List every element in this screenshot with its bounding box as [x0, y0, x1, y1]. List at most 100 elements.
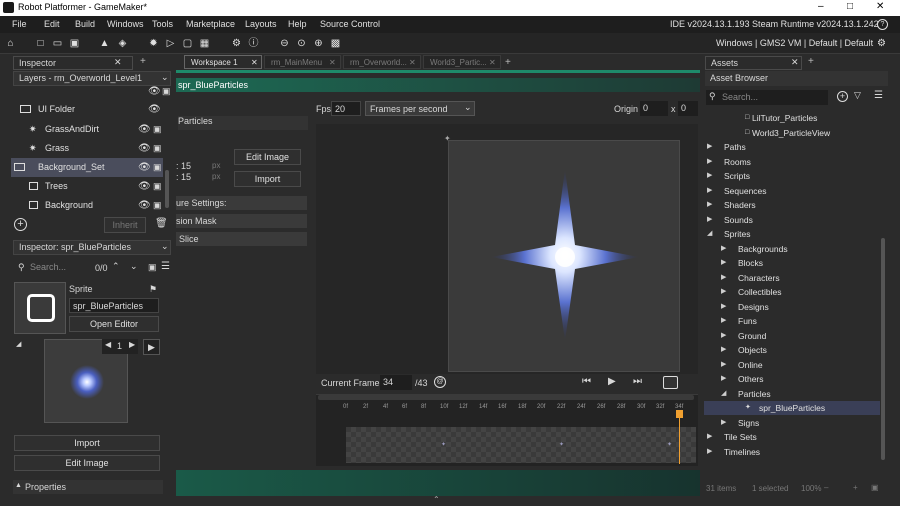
- collapsed-arrow-icon[interactable]: ▶: [707, 213, 712, 227]
- origin-y-input[interactable]: 0: [678, 101, 698, 116]
- help-toolbar-icon[interactable]: ⓘ: [247, 37, 260, 50]
- add-tab-icon[interactable]: +: [808, 56, 814, 67]
- eye-icon[interactable]: 👁: [148, 104, 161, 115]
- zoom-out-icon[interactable]: ⊖: [278, 37, 291, 50]
- menu-build[interactable]: Build: [75, 19, 95, 29]
- frames-strip[interactable]: [346, 427, 696, 463]
- origin-x-input[interactable]: 0: [640, 101, 668, 116]
- collapsed-arrow-icon[interactable]: ▶: [721, 416, 726, 430]
- asset-tree-item[interactable]: ▶ Timelines: [704, 445, 880, 459]
- asset-tree-item[interactable]: ▶ Sounds: [704, 213, 880, 227]
- collapsed-arrow-icon[interactable]: ▶: [707, 169, 712, 183]
- asset-tree-item[interactable]: ▶ Funs: [704, 314, 880, 328]
- properties-header[interactable]: ▲ Properties: [13, 480, 163, 494]
- asset-tree-item[interactable]: ▶ Collectibles: [704, 285, 880, 299]
- fps-input[interactable]: 20: [331, 101, 361, 116]
- collapsed-arrow-icon[interactable]: ▶: [707, 198, 712, 212]
- asset-tree-item[interactable]: ✦ spr_BlueParticles: [704, 401, 880, 415]
- fit-icon[interactable]: ▩: [329, 37, 342, 50]
- edit-image-button-2[interactable]: Edit Image: [234, 149, 301, 165]
- maximize-button[interactable]: □: [847, 1, 853, 12]
- collapsed-arrow-icon[interactable]: ▶: [721, 329, 726, 343]
- lock-icon[interactable]: ▣: [153, 124, 162, 135]
- asset-search-field[interactable]: ⚲ Search...: [706, 90, 828, 105]
- inspector-search-input[interactable]: Search...: [30, 262, 66, 272]
- collapsed-arrow-icon[interactable]: ▶: [707, 140, 712, 154]
- save-icon[interactable]: ▣: [68, 37, 81, 50]
- close-tab-icon[interactable]: ✕: [329, 56, 336, 70]
- asset-tree-item[interactable]: ▶ Designs: [704, 300, 880, 314]
- help-icon[interactable]: ?: [877, 19, 888, 30]
- timeline-scroll[interactable]: [318, 395, 694, 400]
- loop-icon[interactable]: @: [434, 376, 446, 388]
- menu-source-control[interactable]: Source Control: [320, 19, 380, 29]
- frame-stepper[interactable]: ◀ 1 ▶: [102, 339, 138, 354]
- menu-edit[interactable]: Edit: [44, 19, 60, 29]
- workspace-tab-4[interactable]: World3_Partic... ✕: [423, 55, 501, 69]
- edit-image-button[interactable]: Edit Image: [14, 455, 160, 471]
- close-tab-icon[interactable]: ✕: [489, 56, 496, 70]
- asset-tree-item[interactable]: ▶ Shaders: [704, 198, 880, 212]
- delete-icon[interactable]: 🗑: [155, 218, 168, 229]
- expanded-arrow-icon[interactable]: ◢: [721, 387, 726, 401]
- run-icon[interactable]: ▷: [164, 37, 177, 50]
- chevron-down-icon[interactable]: ⌄: [130, 261, 138, 272]
- collapsed-arrow-icon[interactable]: ▶: [707, 445, 712, 459]
- collapsed-arrow-icon[interactable]: ▶: [721, 285, 726, 299]
- collapsed-arrow-icon[interactable]: ▶: [721, 314, 726, 328]
- asset-tree-item[interactable]: ◢ Sprites: [704, 227, 880, 241]
- close-tab-icon[interactable]: ✕: [791, 57, 799, 68]
- eye-icon[interactable]: 👁: [138, 200, 151, 211]
- asset-tree-item[interactable]: ▶ Signs: [704, 416, 880, 430]
- eye-icon[interactable]: 👁: [138, 143, 151, 154]
- collapsed-arrow-icon[interactable]: ▶: [721, 242, 726, 256]
- import-button-2[interactable]: Import: [234, 171, 301, 187]
- target-selector[interactable]: Windows | GMS2 VM | Default | Default: [716, 38, 873, 48]
- menu-file[interactable]: File: [12, 19, 27, 29]
- home-icon[interactable]: ⌂: [4, 37, 17, 50]
- menu-layouts[interactable]: Layouts: [245, 19, 277, 29]
- collapsed-arrow-icon[interactable]: ▶: [707, 430, 712, 444]
- layers-header[interactable]: Layers - rm_Overworld_Level1 ⌄: [13, 71, 171, 86]
- texture-settings-section[interactable]: ure Settings:: [176, 196, 307, 210]
- workspace-tab-2[interactable]: rm_MainMenu ✕: [264, 55, 341, 69]
- package-icon[interactable]: ▲: [98, 37, 111, 50]
- asset-tree-item[interactable]: □ LilTutor_Particles: [704, 111, 880, 125]
- play-icon[interactable]: ▶: [608, 376, 616, 387]
- workspace-tab-3[interactable]: rm_Overworld... ✕: [343, 55, 421, 69]
- collapsed-arrow-icon[interactable]: ▶: [721, 300, 726, 314]
- asset-tree-item[interactable]: ▶ Online: [704, 358, 880, 372]
- inspector2-header[interactable]: Inspector: spr_BlueParticles ⌄: [13, 240, 171, 255]
- open-editor-button[interactable]: Open Editor: [69, 316, 159, 332]
- add-asset-icon[interactable]: +: [837, 91, 848, 102]
- asset-tree-item[interactable]: ▶ Ground: [704, 329, 880, 343]
- menu-icon[interactable]: ☰: [874, 90, 883, 101]
- add-layer-icon[interactable]: +: [14, 218, 27, 231]
- collapsed-arrow-icon[interactable]: ▶: [721, 372, 726, 386]
- debug-icon[interactable]: ✹: [147, 37, 160, 50]
- collapsed-arrow-icon[interactable]: ▶: [721, 358, 726, 372]
- asset-tree-item[interactable]: ▶ Objects: [704, 343, 880, 357]
- zoom-in-icon[interactable]: +: [853, 483, 858, 492]
- menu-tools[interactable]: Tools: [152, 19, 173, 29]
- close-tab-icon[interactable]: ✕: [114, 57, 122, 68]
- export-icon[interactable]: ◈: [116, 37, 129, 50]
- asset-tree-item[interactable]: ▶ Others: [704, 372, 880, 386]
- asset-tree-item[interactable]: ▶ Blocks: [704, 256, 880, 270]
- close-tab-icon[interactable]: ✕: [251, 56, 258, 70]
- menu-help[interactable]: Help: [288, 19, 307, 29]
- asset-tree-item[interactable]: ▶ Characters: [704, 271, 880, 285]
- filter-icon[interactable]: ▽: [854, 90, 861, 101]
- prev-frame-icon[interactable]: ◀: [105, 340, 111, 349]
- asset-tree-item[interactable]: ▶ Backgrounds: [704, 242, 880, 256]
- next-frame-icon[interactable]: ▶: [129, 340, 135, 349]
- zoom-reset-icon[interactable]: ⊙: [295, 37, 308, 50]
- menu-icon[interactable]: ☰: [161, 261, 170, 272]
- add-workspace-icon[interactable]: +: [505, 57, 511, 68]
- eye-icon[interactable]: 👁: [138, 162, 151, 173]
- stop-icon[interactable]: ▢: [181, 37, 194, 50]
- workspace-tab-1[interactable]: Workspace 1 ✕: [184, 55, 262, 69]
- collapsed-arrow-icon[interactable]: ▶: [707, 184, 712, 198]
- layers-scrollbar[interactable]: [165, 170, 169, 208]
- expand-icon[interactable]: ⌃: [433, 495, 440, 504]
